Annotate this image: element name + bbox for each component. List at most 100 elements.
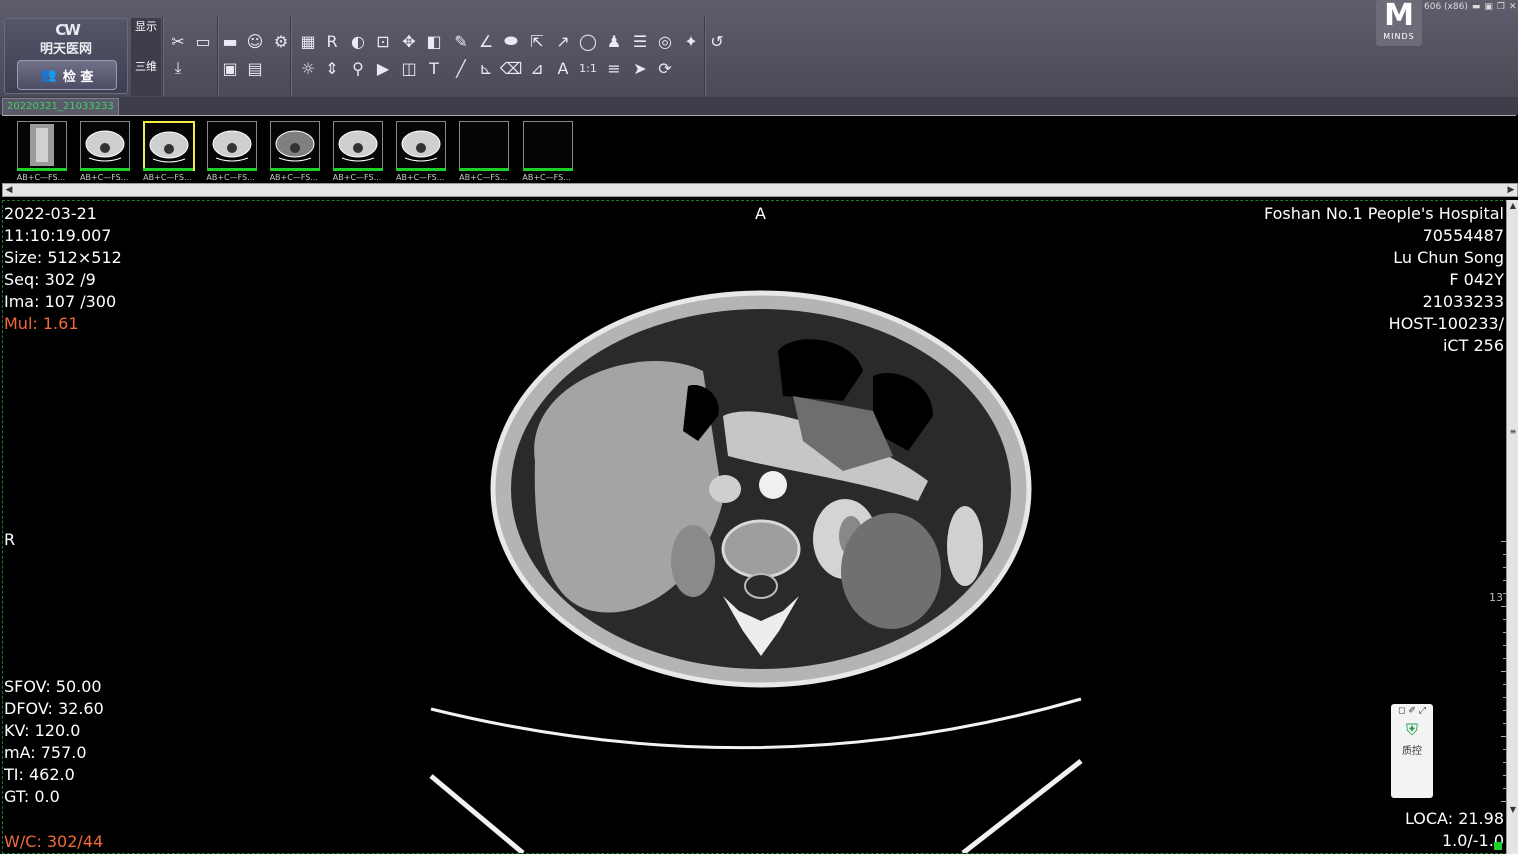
download-icon[interactable]: ⤓ bbox=[167, 57, 189, 79]
scroll-up-icon[interactable]: ▲ bbox=[1507, 200, 1518, 212]
pencil-icon[interactable]: ✎ bbox=[450, 30, 472, 52]
image-viewport[interactable]: 2022-03-21 11:10:19.007 Size: 512×512 Seq: … bbox=[2, 200, 1508, 854]
toolbar-divider bbox=[290, 16, 292, 96]
thumbnail-loaded-bar bbox=[396, 168, 447, 171]
thumbnail-scrollbar[interactable]: ◀ ▶ bbox=[2, 183, 1518, 197]
series-thumbnail[interactable]: AB+C—FS... bbox=[268, 121, 320, 182]
overlay-line: DFOV: 32.60 bbox=[4, 699, 104, 718]
patient-info-icon[interactable]: ☺ bbox=[244, 30, 266, 52]
minimize-icon[interactable]: ▬ bbox=[1472, 2, 1481, 12]
folder-open-icon[interactable]: ▬ bbox=[219, 30, 241, 52]
thumbnail-label: AB+C—FS... bbox=[269, 173, 318, 182]
scroll-down-icon[interactable]: ▼ bbox=[1507, 804, 1518, 816]
scroll-left-icon[interactable]: ◀ bbox=[3, 184, 15, 196]
person-icon[interactable]: ♟ bbox=[603, 30, 625, 52]
series-thumbnail[interactable]: AB+C—FS... bbox=[331, 121, 383, 182]
circle-icon[interactable]: ◯ bbox=[577, 30, 599, 52]
magnify-icon[interactable]: ⚲ bbox=[347, 57, 369, 79]
film-icon[interactable]: ▣ bbox=[219, 57, 241, 79]
thumbnail-image bbox=[396, 121, 447, 169]
series-thumbnail[interactable]: AB+C—FS... bbox=[521, 121, 573, 182]
zoom-box-icon[interactable]: ⊡ bbox=[372, 30, 394, 52]
align-icon[interactable]: ≡ bbox=[603, 57, 625, 79]
overlay-top-right: Foshan No.1 People's Hospital 70554487 Lu … bbox=[1264, 203, 1504, 357]
one-to-one-icon[interactable]: 1:1 bbox=[577, 57, 599, 79]
overlay-line: LOCA: 21.98 bbox=[1404, 809, 1504, 828]
thumbnail-loaded-bar bbox=[459, 168, 510, 171]
display-mode-button[interactable]: 显示 bbox=[134, 20, 158, 56]
restore-icon[interactable]: ❐ bbox=[1497, 2, 1505, 12]
rotate-icon[interactable]: ↺ bbox=[706, 30, 728, 52]
thumbnail-image bbox=[206, 121, 257, 169]
pan-icon[interactable]: ✥ bbox=[398, 30, 420, 52]
series-thumbnail[interactable]: AB+C—FS... bbox=[15, 121, 67, 182]
users-icon: 👥 bbox=[40, 67, 57, 83]
refresh-icon[interactable]: ⟳ bbox=[654, 57, 676, 79]
right-angle-icon[interactable]: ⊾ bbox=[475, 57, 497, 79]
annotation-a-icon[interactable]: A bbox=[552, 57, 574, 79]
study-tab[interactable]: 20220321_21033233 bbox=[2, 98, 119, 116]
qc-label: 质控 bbox=[1402, 746, 1422, 757]
thumbnail-image bbox=[17, 121, 67, 169]
split-icon[interactable]: ◫ bbox=[398, 57, 420, 79]
image-scrollbar[interactable]: ▲ ≡ ▼ bbox=[1506, 200, 1518, 854]
overlay-line: SFOV: 50.00 bbox=[4, 677, 102, 696]
scroll-thumb-icon[interactable]: ≡ bbox=[1507, 426, 1518, 438]
magic-wand-icon[interactable]: ✦ bbox=[680, 30, 702, 52]
thumbnail-image bbox=[522, 121, 573, 169]
ruler-icon[interactable]: ⊿ bbox=[526, 57, 548, 79]
ct-ivc bbox=[709, 475, 741, 503]
toolbar-divider bbox=[217, 16, 219, 96]
angle-icon[interactable]: ∠ bbox=[475, 30, 497, 52]
exam-button[interactable]: 👥 检 查 bbox=[17, 60, 117, 90]
save-icon[interactable]: ▤ bbox=[244, 57, 266, 79]
play-icon[interactable]: ▶ bbox=[372, 57, 394, 79]
eraser-icon[interactable]: ⌫ bbox=[500, 57, 523, 79]
overlay-line: 70554487 bbox=[1422, 226, 1504, 245]
shield-check-icon: ⛨ bbox=[1405, 720, 1418, 739]
ellipse-icon[interactable]: ⬬ bbox=[500, 30, 522, 52]
scroll-right-icon[interactable]: ▶ bbox=[1505, 184, 1517, 196]
window-controls: 606 (x86) ▬ ▣ ❐ ✕ bbox=[1424, 0, 1517, 14]
flip-icon[interactable]: ⇕ bbox=[321, 57, 343, 79]
rr-icon[interactable]: R bbox=[321, 30, 343, 52]
qc-widget[interactable]: ◻ ✐ ⤢ ⛨ 质控 bbox=[1391, 704, 1433, 798]
ct-vertebral-body bbox=[721, 519, 801, 579]
report-icon[interactable]: ☰ bbox=[629, 30, 651, 52]
window-level-icon[interactable]: ◐ bbox=[347, 30, 369, 52]
invert-icon[interactable]: ◧ bbox=[423, 30, 445, 52]
line-icon[interactable]: ╱ bbox=[450, 57, 472, 79]
text-icon[interactable]: T bbox=[423, 57, 445, 79]
minds-logo[interactable]: M MINDS bbox=[1376, 0, 1422, 46]
close-icon[interactable]: ✕ bbox=[1509, 2, 1517, 12]
monitor-icon[interactable]: ▭ bbox=[192, 30, 214, 52]
series-thumbnail[interactable]: AB+C—FS... bbox=[205, 121, 257, 182]
brightness-icon[interactable]: ☼ bbox=[297, 57, 319, 79]
grid-layout-icon[interactable]: ▦ bbox=[297, 30, 319, 52]
series-thumbnail[interactable]: AB+C—FS... bbox=[394, 121, 447, 182]
cursor-icon[interactable]: ➤ bbox=[629, 57, 651, 79]
series-thumbnail[interactable]: AB+C—FS... bbox=[457, 121, 510, 182]
ct-table-curve bbox=[430, 697, 1082, 750]
thumbnail-loaded-bar bbox=[206, 168, 257, 171]
qc-controls-icon[interactable]: ◻ ✐ ⤢ bbox=[1391, 704, 1433, 716]
stack-icon[interactable]: ◎ bbox=[654, 30, 676, 52]
thumbnail-label: AB+C—FS... bbox=[459, 173, 508, 182]
thumbnail-loaded-bar bbox=[269, 168, 320, 171]
mode-switcher: 显示 三维 bbox=[131, 18, 161, 96]
series-thumbnail[interactable]: AB+C—FS... bbox=[141, 121, 196, 182]
thumbnail-image bbox=[80, 121, 131, 169]
arrow-icon[interactable]: ↗ bbox=[552, 30, 574, 52]
toolbar-divider bbox=[704, 16, 706, 96]
thumbnail-loaded-bar bbox=[143, 168, 194, 171]
overlay-top-left: 2022-03-21 11:10:19.007 Size: 512×512 Seq: … bbox=[4, 203, 122, 313]
fullscreen-icon[interactable]: ▣ bbox=[1484, 2, 1493, 12]
series-thumbnail-strip: AB+C—FS... AB+C—FS... AB+C—FS... AB+C—FS...… bbox=[2, 115, 1516, 186]
scissors-icon[interactable]: ✂ bbox=[167, 30, 189, 52]
overlay-orientation-anterior: A bbox=[755, 204, 766, 223]
3d-mode-button[interactable]: 三维 bbox=[134, 60, 158, 96]
export-icon[interactable]: ⇱ bbox=[526, 30, 548, 52]
series-thumbnail[interactable]: AB+C—FS... bbox=[78, 121, 131, 182]
settings-icon[interactable]: ⚙ bbox=[270, 30, 292, 52]
ct-table-edge bbox=[429, 774, 525, 853]
